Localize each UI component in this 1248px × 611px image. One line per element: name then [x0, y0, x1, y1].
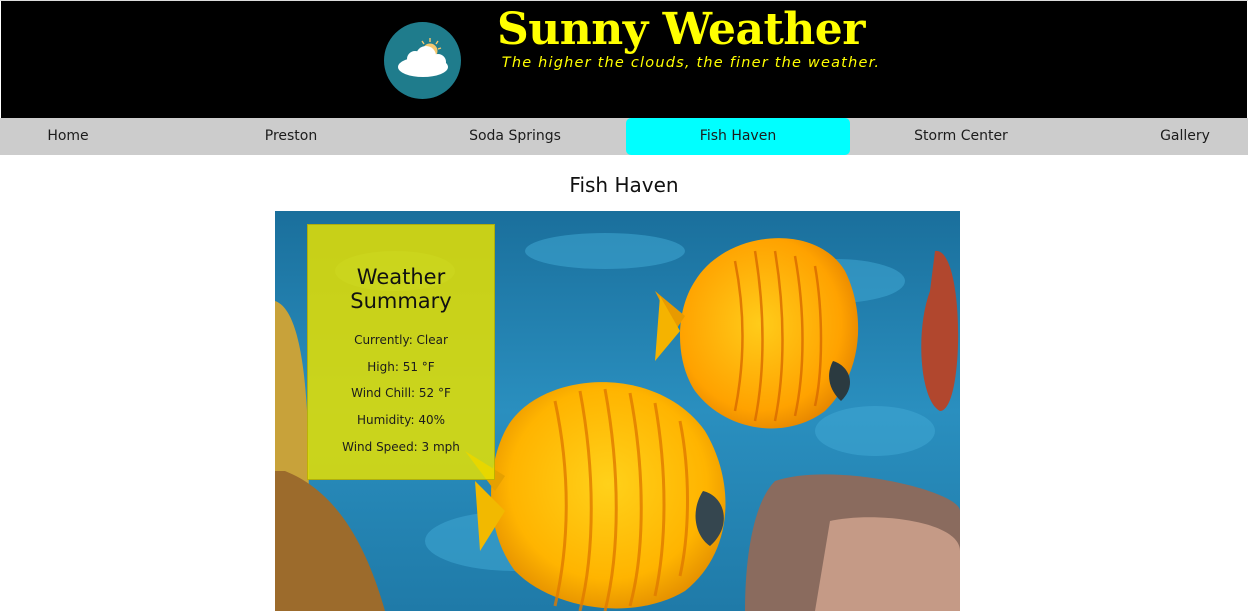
weather-summary-list: Currently: Clear High: 51 °F Wind Chill:… [308, 327, 494, 461]
main-nav: Home Preston Soda Springs Fish Haven Sto… [0, 118, 1248, 155]
summary-item-current: Currently: Clear [354, 333, 448, 347]
cloud-sun-icon [398, 38, 448, 77]
summary-item-high: High: 51 °F [367, 359, 435, 374]
weather-summary-card: Weather Summary Currently: Clear High: 5… [307, 224, 495, 480]
site-header: Sunny Weather The higher the clouds, the… [1, 1, 1247, 118]
site-tagline: The higher the clouds, the finer the wea… [501, 55, 881, 71]
summary-item-wind-speed: Wind Speed: 3 mph [342, 439, 460, 454]
summary-item-humidity: Humidity: 40% [356, 413, 446, 428]
nav-item-preston[interactable]: Preston [179, 118, 403, 155]
nav-item-gallery[interactable]: Gallery [1073, 118, 1248, 155]
weather-summary-title: Weather Summary [350, 265, 452, 313]
site-logo[interactable] [384, 22, 461, 99]
site-title: Sunny Weather [497, 4, 865, 55]
nav-item-storm-center[interactable]: Storm Center [849, 118, 1073, 155]
nav-item-home[interactable]: Home [0, 118, 180, 155]
nav-item-fish-haven[interactable]: Fish Haven [626, 118, 850, 155]
summary-item-wind-chill: Wind Chill: 52 °F [351, 386, 451, 401]
page-title: Fish Haven [569, 173, 679, 197]
nav-item-soda-springs[interactable]: Soda Springs [403, 118, 627, 155]
